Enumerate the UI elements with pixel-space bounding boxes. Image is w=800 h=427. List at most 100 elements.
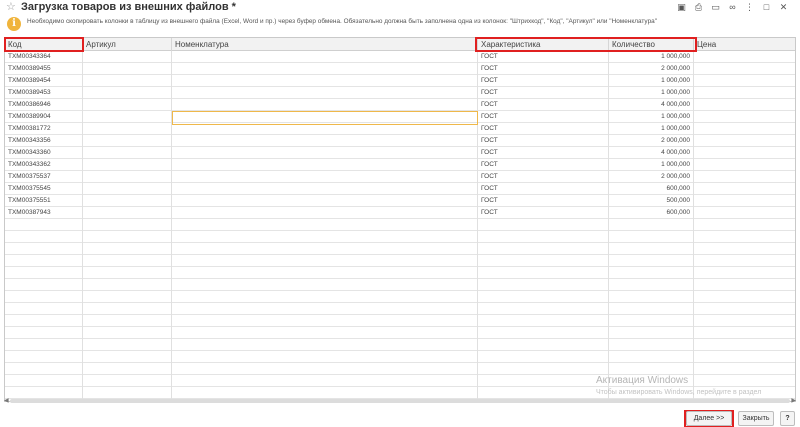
cell-characteristic[interactable] xyxy=(478,291,609,303)
cell-characteristic[interactable] xyxy=(478,327,609,339)
cell-article[interactable] xyxy=(83,327,172,339)
cell-article[interactable] xyxy=(83,231,172,243)
scroll-left-icon[interactable]: ◀ xyxy=(4,397,9,404)
cell-quantity[interactable] xyxy=(609,243,694,255)
cell-characteristic[interactable] xyxy=(478,339,609,351)
cell-quantity[interactable]: 1 000,000 xyxy=(609,51,694,63)
cell-quantity[interactable]: 600,000 xyxy=(609,207,694,219)
cell-code[interactable]: ТХМ00389453 xyxy=(5,87,83,99)
cell-code[interactable] xyxy=(5,339,83,351)
table-row[interactable]: ТХМ00389455 ГОСТ 2 000,000 xyxy=(5,63,795,75)
cell-price[interactable] xyxy=(694,159,795,171)
cell-article[interactable] xyxy=(83,387,172,399)
cell-article[interactable] xyxy=(83,291,172,303)
cell-quantity[interactable]: 1 000,000 xyxy=(609,123,694,135)
cell-characteristic[interactable]: ГОСТ xyxy=(478,171,609,183)
cell-code[interactable]: ТХМ00389904 xyxy=(5,111,83,123)
cell-quantity[interactable]: 2 000,000 xyxy=(609,63,694,75)
table-row[interactable] xyxy=(5,267,795,279)
cell-nomenclature[interactable] xyxy=(172,219,478,231)
cell-article[interactable] xyxy=(83,207,172,219)
cell-price[interactable] xyxy=(694,207,795,219)
column-header-quantity[interactable]: Количество xyxy=(609,38,694,51)
cell-code[interactable]: ТХМ00343360 xyxy=(5,147,83,159)
cell-code[interactable] xyxy=(5,267,83,279)
cell-characteristic[interactable] xyxy=(478,231,609,243)
cell-price[interactable] xyxy=(694,291,795,303)
cell-article[interactable] xyxy=(83,255,172,267)
cell-price[interactable] xyxy=(694,351,795,363)
cell-code[interactable] xyxy=(5,327,83,339)
cell-code[interactable] xyxy=(5,291,83,303)
cell-quantity[interactable]: 1 000,000 xyxy=(609,75,694,87)
table-row[interactable] xyxy=(5,339,795,351)
cell-nomenclature[interactable] xyxy=(172,207,478,219)
cell-article[interactable] xyxy=(83,111,172,123)
cell-article[interactable] xyxy=(83,375,172,387)
cell-price[interactable] xyxy=(694,87,795,99)
cell-price[interactable] xyxy=(694,231,795,243)
cell-article[interactable] xyxy=(83,267,172,279)
cell-quantity[interactable]: 4 000,000 xyxy=(609,99,694,111)
cell-nomenclature[interactable] xyxy=(172,147,478,159)
table-row[interactable]: ТХМ00375551 ГОСТ 500,000 xyxy=(5,195,795,207)
table-row[interactable] xyxy=(5,231,795,243)
cell-code[interactable]: ТХМ00381772 xyxy=(5,123,83,135)
cell-quantity[interactable]: 1 000,000 xyxy=(609,159,694,171)
column-header-price[interactable]: Цена xyxy=(694,38,795,51)
cell-code[interactable] xyxy=(5,303,83,315)
cell-price[interactable] xyxy=(694,123,795,135)
cell-nomenclature[interactable] xyxy=(172,183,478,195)
cell-characteristic[interactable]: ГОСТ xyxy=(478,147,609,159)
cell-article[interactable] xyxy=(83,147,172,159)
cell-code[interactable]: ТХМ00386946 xyxy=(5,99,83,111)
table-row[interactable] xyxy=(5,351,795,363)
column-header-characteristic[interactable]: Характеристика xyxy=(478,38,609,51)
selected-cell[interactable] xyxy=(172,111,478,125)
cell-code[interactable] xyxy=(5,351,83,363)
cell-price[interactable] xyxy=(694,99,795,111)
cell-quantity[interactable] xyxy=(609,279,694,291)
table-row[interactable] xyxy=(5,303,795,315)
cell-code[interactable]: ТХМ00389454 xyxy=(5,75,83,87)
cell-code[interactable] xyxy=(5,279,83,291)
table-row[interactable]: ТХМ00343360 ГОСТ 4 000,000 xyxy=(5,147,795,159)
cell-price[interactable] xyxy=(694,147,795,159)
cell-characteristic[interactable]: ГОСТ xyxy=(478,159,609,171)
table-row[interactable] xyxy=(5,243,795,255)
cell-quantity[interactable] xyxy=(609,267,694,279)
cell-quantity[interactable]: 1 000,000 xyxy=(609,111,694,123)
cell-price[interactable] xyxy=(694,75,795,87)
cell-price[interactable] xyxy=(694,183,795,195)
cell-characteristic[interactable] xyxy=(478,375,609,387)
cell-code[interactable]: ТХМ00375545 xyxy=(5,183,83,195)
column-header-nomenclature[interactable]: Номенклатура xyxy=(172,38,478,51)
table-row[interactable]: ТХМ00375537 ГОСТ 2 000,000 xyxy=(5,171,795,183)
cell-article[interactable] xyxy=(83,75,172,87)
link-icon[interactable]: ∞ xyxy=(724,1,741,13)
import-table[interactable]: Код Артикул Номенклатура Характеристика … xyxy=(4,37,796,402)
cell-quantity[interactable] xyxy=(609,351,694,363)
cell-nomenclature[interactable] xyxy=(172,99,478,111)
cell-quantity[interactable] xyxy=(609,327,694,339)
table-row[interactable]: ТХМ00389454 ГОСТ 1 000,000 xyxy=(5,75,795,87)
cell-nomenclature[interactable] xyxy=(172,387,478,399)
cell-article[interactable] xyxy=(83,51,172,63)
cell-nomenclature[interactable] xyxy=(172,291,478,303)
cell-code[interactable] xyxy=(5,255,83,267)
table-row[interactable]: ТХМ00343356 ГОСТ 2 000,000 xyxy=(5,135,795,147)
cell-characteristic[interactable] xyxy=(478,351,609,363)
cell-nomenclature[interactable] xyxy=(172,315,478,327)
cell-article[interactable] xyxy=(83,135,172,147)
cell-price[interactable] xyxy=(694,339,795,351)
cell-price[interactable] xyxy=(694,63,795,75)
cell-nomenclature[interactable] xyxy=(172,267,478,279)
cell-article[interactable] xyxy=(83,123,172,135)
cell-code[interactable] xyxy=(5,315,83,327)
cell-price[interactable] xyxy=(694,267,795,279)
cell-article[interactable] xyxy=(83,99,172,111)
table-row[interactable] xyxy=(5,363,795,375)
cell-characteristic[interactable] xyxy=(478,279,609,291)
cell-quantity[interactable] xyxy=(609,303,694,315)
cell-quantity[interactable] xyxy=(609,219,694,231)
